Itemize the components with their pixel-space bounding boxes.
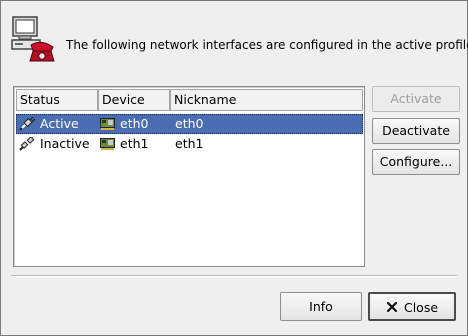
deactivate-label: Deactivate: [382, 123, 450, 138]
table-row[interactable]: Inactive eth1 eth1: [16, 134, 363, 154]
row-nickname: eth1: [175, 136, 204, 151]
activate-label: Activate: [390, 91, 442, 106]
footer-separator: [11, 275, 457, 277]
row-status: Inactive: [40, 136, 90, 151]
plug-connected-icon: [19, 117, 35, 131]
column-header-device[interactable]: Device: [98, 89, 170, 111]
plug-disconnected-icon: [19, 137, 35, 151]
table-row[interactable]: Active eth0 eth0: [16, 114, 363, 134]
row-device: eth1: [120, 136, 149, 151]
network-dialog: The following network interfaces are con…: [0, 0, 468, 336]
network-card-icon: [100, 138, 115, 150]
column-header-status[interactable]: Status: [16, 89, 98, 111]
close-label: Close: [403, 300, 439, 315]
row-device: eth0: [120, 116, 149, 131]
activate-button[interactable]: Activate: [372, 86, 460, 112]
row-status: Active: [40, 116, 79, 131]
info-label: Info: [309, 299, 333, 314]
configure-label: Configure...: [379, 154, 453, 169]
network-computer-icon: [11, 16, 55, 62]
close-icon: [386, 301, 398, 313]
network-card-icon: [100, 118, 115, 130]
column-header-nickname[interactable]: Nickname: [170, 89, 363, 111]
close-button[interactable]: Close: [368, 292, 456, 321]
deactivate-button[interactable]: Deactivate: [372, 118, 460, 144]
info-button[interactable]: Info: [280, 292, 362, 321]
header-message: The following network interfaces are con…: [66, 38, 468, 52]
row-nickname: eth0: [175, 116, 204, 131]
configure-button[interactable]: Configure...: [372, 149, 460, 175]
interface-list[interactable]: Status Device Nickname Active eth0 eth0: [13, 86, 365, 267]
